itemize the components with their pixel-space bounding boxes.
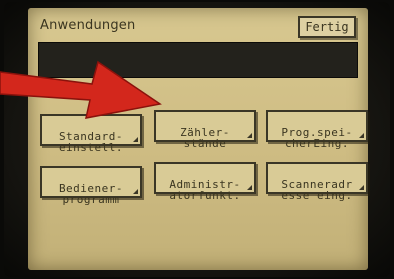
corner-indicator-icon: [247, 133, 252, 138]
operator-program-button[interactable]: Bediener- programm: [40, 166, 142, 205]
button-label: Administr- atorfunkt.: [169, 178, 241, 202]
button-label: Prog.spei- cherEing.: [281, 126, 353, 150]
button-label: Scanneradr esse eing.: [281, 178, 353, 202]
corner-indicator-icon: [247, 185, 252, 190]
done-button[interactable]: Fertig: [298, 16, 356, 38]
button-label: Standard- einstell.: [58, 130, 124, 154]
administrator-functions-button[interactable]: Administr- atorfunkt.: [154, 162, 256, 201]
corner-indicator-icon: [359, 133, 364, 138]
corner-indicator-icon: [133, 137, 138, 142]
button-label: Zähler- stände: [180, 126, 230, 150]
corner-indicator-icon: [359, 185, 364, 190]
lcd-screen: Anwendungen Fertig Standard- einstell. Z…: [28, 8, 368, 270]
title-bar: Anwendungen Fertig: [36, 14, 360, 40]
scanner-address-button[interactable]: Scanneradr esse eing.: [266, 162, 368, 201]
corner-indicator-icon: [133, 189, 138, 194]
program-memory-button[interactable]: Prog.spei- cherEing.: [266, 110, 368, 149]
arrow-shape: [0, 60, 162, 119]
button-label: Bediener- programm: [58, 182, 124, 206]
page-title: Anwendungen: [40, 18, 136, 33]
red-arrow-icon: [0, 60, 162, 119]
